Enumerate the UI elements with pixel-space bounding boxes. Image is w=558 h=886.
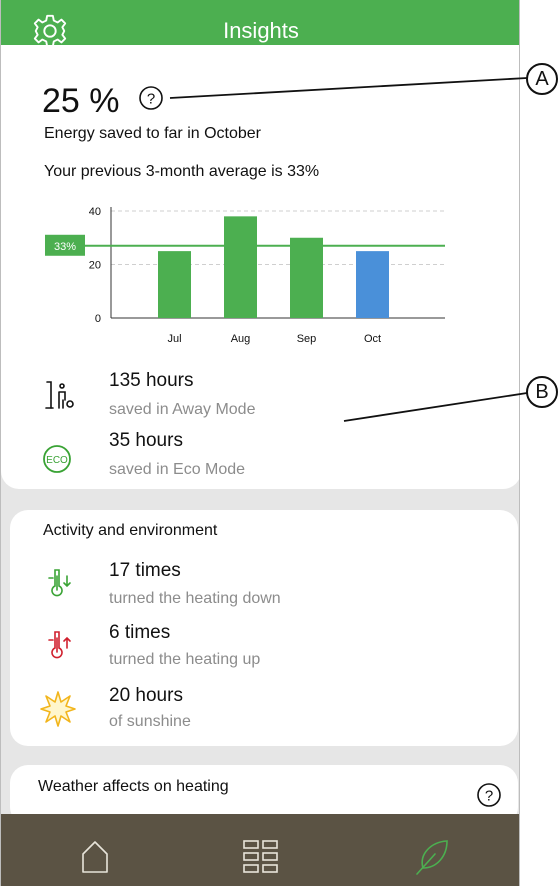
callout-b: B bbox=[526, 376, 558, 408]
callout-lines bbox=[169, 77, 528, 422]
callout-a: A bbox=[526, 63, 558, 95]
